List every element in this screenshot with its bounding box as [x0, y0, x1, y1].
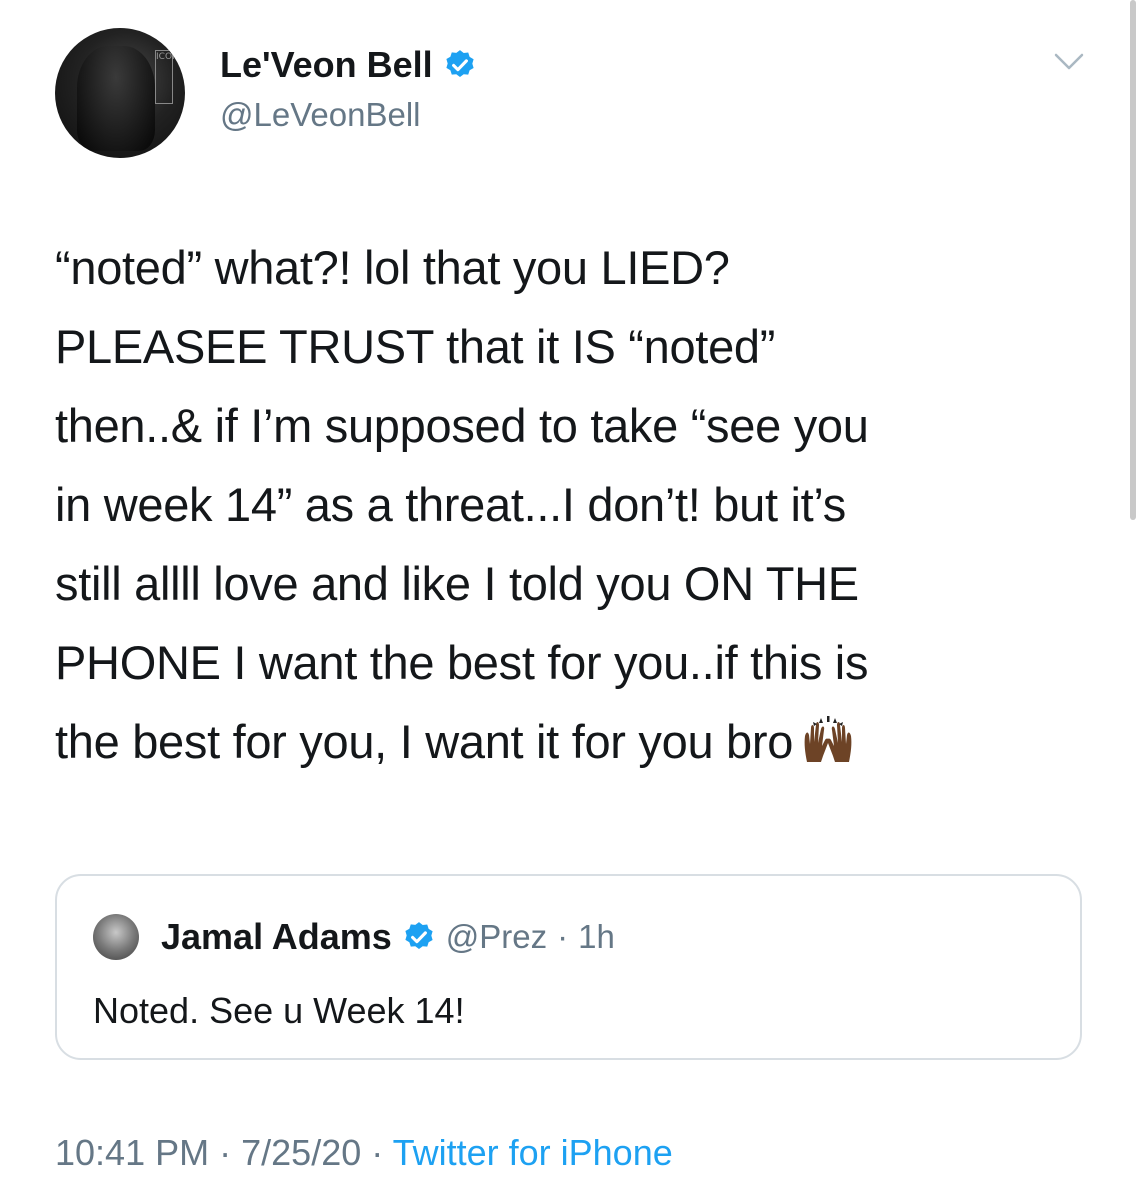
tweet-date[interactable]: 7/25/20	[241, 1132, 361, 1173]
tweet-time[interactable]: 10:41 PM	[55, 1132, 209, 1173]
separator-dot: ·	[557, 918, 569, 955]
tweet-text-line: still allll love and like I told you ON …	[55, 557, 859, 610]
tweet-text-line: in week 14” as a threat...I don’t! but i…	[55, 478, 846, 531]
tweet-footer: 10:41 PM · 7/25/20 · Twitter for iPhone	[55, 1132, 673, 1174]
chevron-down-icon[interactable]	[1054, 52, 1084, 72]
avatar-figure	[77, 46, 155, 151]
tweet-text-line: the best for you, I want it for you bro	[55, 715, 794, 768]
separator-dot: ·	[371, 1132, 384, 1173]
tweet-source-link[interactable]: Twitter for iPhone	[393, 1132, 673, 1173]
separator-dot: ·	[219, 1132, 232, 1173]
quoted-tweet-time: 1h	[578, 918, 615, 955]
avatar-sign-text: ICON	[155, 50, 179, 104]
tweet-text-line: PLEASEE TRUST that it IS “noted”	[55, 320, 776, 373]
raising-hands-icon	[804, 716, 852, 762]
tweet-text: “noted” what?! lol that you LIED? PLEASE…	[55, 228, 1095, 781]
scrollbar[interactable]	[1130, 0, 1136, 520]
verified-badge-icon	[405, 922, 433, 950]
author-name-row: Le'Veon Bell	[220, 44, 477, 86]
quoted-tweet-header: Jamal Adams @Prez · 1h	[161, 916, 615, 958]
quoted-tweet-text: Noted. See u Week 14!	[93, 990, 465, 1031]
quoted-author-handle: @Prez	[445, 918, 548, 955]
tweet-text-last-line: the best for you, I want it for you bro	[55, 702, 1095, 781]
quoted-author-name: Jamal Adams	[161, 916, 392, 957]
author-display-name[interactable]: Le'Veon Bell	[220, 44, 433, 86]
verified-badge-icon	[446, 50, 474, 78]
tweet-text-line: then..& if I’m supposed to take “see you	[55, 399, 869, 452]
quoted-tweet-card[interactable]: Jamal Adams @Prez · 1h Noted. See u Week…	[55, 874, 1082, 1060]
author-avatar[interactable]: ICON	[55, 28, 185, 158]
quoted-author-avatar	[93, 914, 139, 960]
author-handle[interactable]: @LeVeonBell	[220, 96, 420, 134]
tweet-text-line: “noted” what?! lol that you LIED?	[55, 241, 730, 294]
tweet-text-line: PHONE I want the best for you..if this i…	[55, 636, 869, 689]
